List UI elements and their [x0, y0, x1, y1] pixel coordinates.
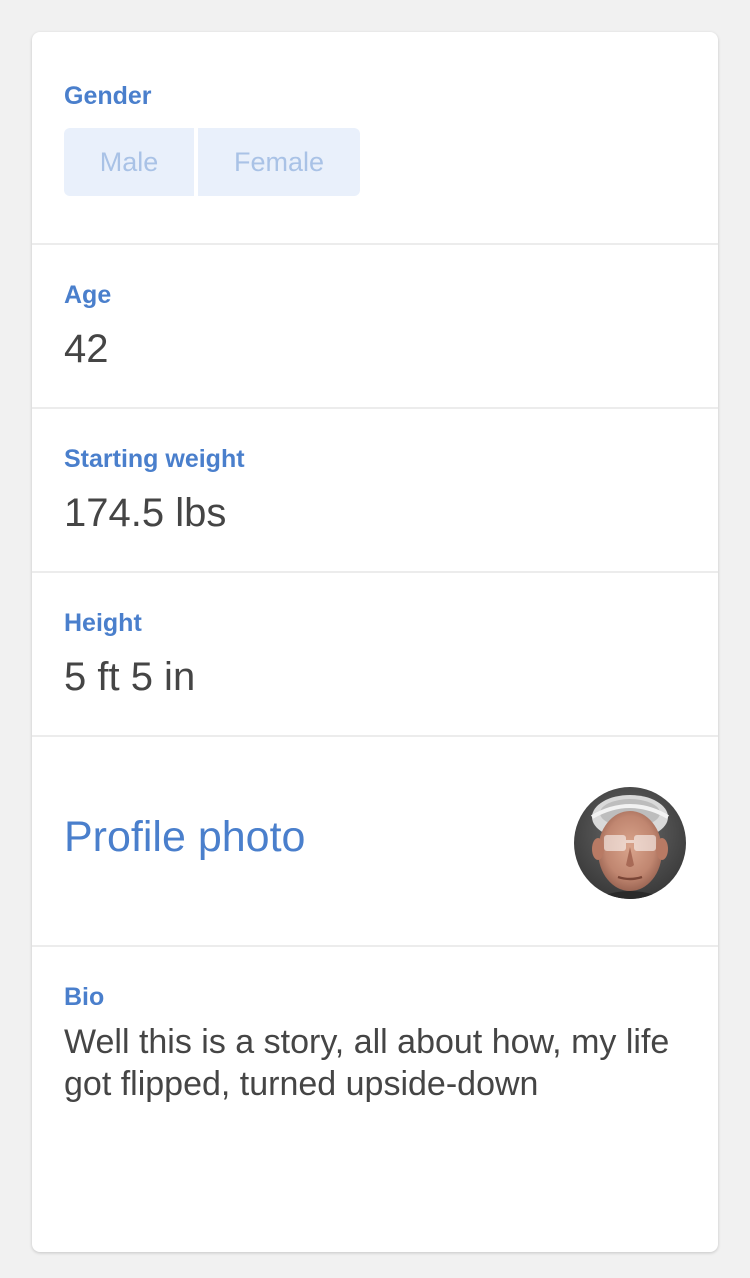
profile-card: Gender Male Female Age 42 Starting weigh… [32, 32, 718, 1252]
gender-toggle: Male Female [64, 128, 360, 196]
avatar-face-image [574, 787, 686, 899]
starting-weight-label: Starting weight [64, 445, 245, 473]
height-value[interactable]: 5 ft 5 in [64, 655, 195, 700]
bio-text[interactable]: Well this is a story, all about how, my … [64, 1021, 684, 1105]
bio-label: Bio [64, 983, 105, 1011]
height-label: Height [64, 609, 142, 637]
gender-label: Gender [64, 82, 152, 110]
bio-section[interactable]: Bio Well this is a story, all about how,… [32, 947, 718, 1252]
age-value[interactable]: 42 [64, 327, 109, 372]
height-section[interactable]: Height 5 ft 5 in [32, 573, 718, 737]
gender-female-button[interactable]: Female [198, 128, 360, 196]
profile-photo-row[interactable]: Profile photo [32, 737, 718, 947]
avatar[interactable] [574, 787, 686, 899]
age-label: Age [64, 281, 112, 309]
gender-male-button[interactable]: Male [64, 128, 194, 196]
starting-weight-value[interactable]: 174.5 lbs [64, 491, 226, 536]
gender-section: Gender Male Female [32, 32, 718, 245]
starting-weight-section[interactable]: Starting weight 174.5 lbs [32, 409, 718, 573]
profile-photo-label[interactable]: Profile photo [64, 813, 305, 862]
age-section[interactable]: Age 42 [32, 245, 718, 409]
